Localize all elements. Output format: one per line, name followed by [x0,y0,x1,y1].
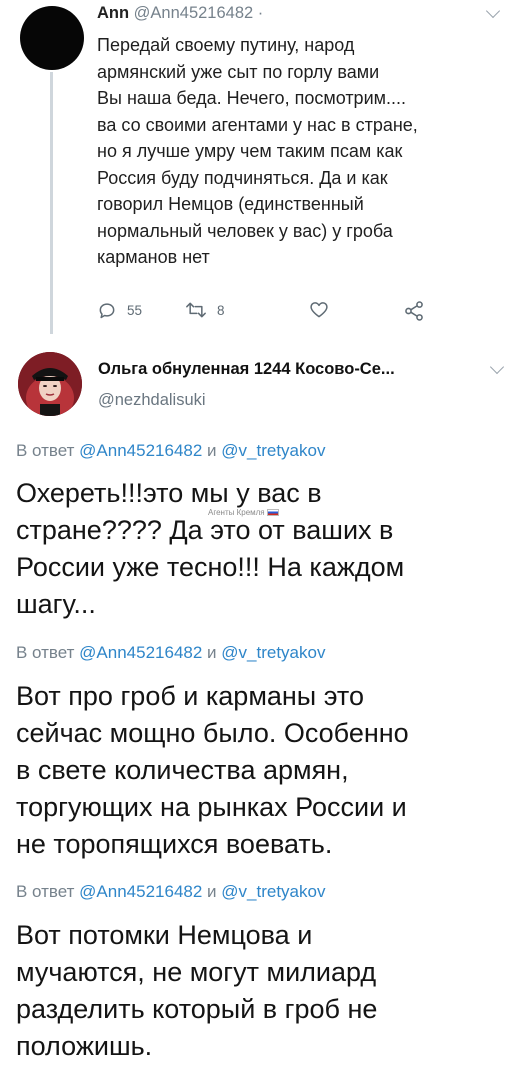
tweet-actions: 55 8 [97,300,457,324]
tweet-text: Вот про гроб и карманы это сейчас мощно … [16,681,409,859]
watermark-text: Агенты Кремля [208,508,265,517]
author-handle[interactable]: @nezhdalisuki [98,391,206,410]
retweet-button[interactable]: 8 [185,300,225,320]
tweet-text: Охереть!!!это мы у вас в стране???? Да э… [16,478,405,619]
avatar[interactable] [20,6,84,70]
reply-prefix: В ответ [16,441,80,460]
author-name[interactable]: Ольга обнуленная 1244 Косово-Се... [98,360,395,379]
like-button[interactable] [309,300,329,320]
mention-link[interactable]: @v_tretyakov [221,441,325,460]
reply-conjunction: и [202,643,222,662]
avatar[interactable] [18,352,82,416]
mention-link[interactable]: @Ann45216482 [79,441,202,460]
flag-icon [266,509,279,517]
reply-prefix: В ответ [16,882,80,901]
share-icon [405,301,423,321]
mention-link[interactable]: @v_tretyakov [221,643,325,662]
chevron-down-icon[interactable] [489,359,505,375]
like-icon [310,302,328,318]
author-handle[interactable]: @Ann45216482 · [134,4,264,22]
share-button[interactable] [403,300,425,322]
mention-link[interactable]: @v_tretyakov [221,882,325,901]
retweet-count: 8 [217,302,225,318]
reply-icon [99,303,115,319]
mention-link[interactable]: @Ann45216482 [79,882,202,901]
tweet-text: Передай своему путину, народ армянский у… [97,35,418,267]
reply-to-line: В ответ @Ann45216482 и @v_tretyakov [16,441,325,461]
mention-link[interactable]: @Ann45216482 [79,643,202,662]
reply-prefix: В ответ [16,643,80,662]
chevron-down-icon[interactable] [485,3,501,19]
author-name[interactable]: Ann [97,4,129,22]
reply-count: 55 [127,302,143,318]
tweet-header: Ann @Ann45216482 · [97,4,263,23]
reply-conjunction: и [202,882,222,901]
reply-to-line: В ответ @Ann45216482 и @v_tretyakov [16,643,325,663]
tweet-ann: Ann @Ann45216482 · Передай своему путину… [0,0,517,334]
reply-button[interactable]: 55 [97,300,142,320]
reply-conjunction: и [202,441,222,460]
reply-to-line: В ответ @Ann45216482 и @v_tretyakov [16,882,325,902]
watermark: Агенты Кремля [208,508,279,517]
tweet-text: Вот потомки Немцова и мучаются, не могут… [16,920,378,1061]
retweet-icon [186,302,206,318]
thread-line [50,72,53,334]
